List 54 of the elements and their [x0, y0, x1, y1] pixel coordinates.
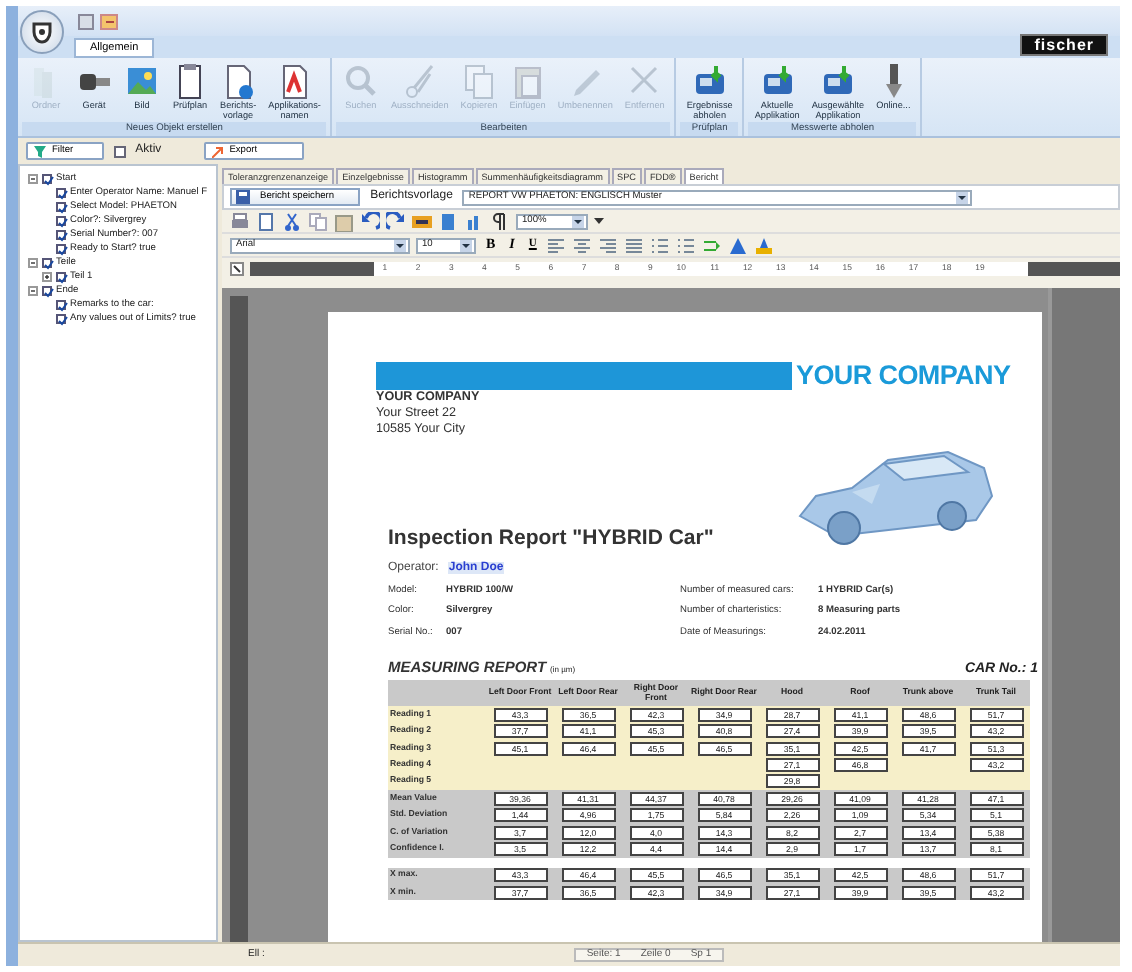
ruler-toggle-icon[interactable]	[230, 262, 244, 276]
list-icon[interactable]	[650, 235, 671, 255]
align-right-icon[interactable]	[598, 235, 619, 255]
probe-icon	[883, 62, 904, 100]
tree-checkbox[interactable]	[56, 300, 66, 310]
expander-icon[interactable]	[28, 174, 38, 184]
download-device-icon	[759, 62, 796, 100]
pilcrow-icon[interactable]	[490, 211, 510, 231]
expander-icon[interactable]	[42, 272, 52, 282]
preview-icon[interactable]	[256, 211, 276, 231]
scissors-icon	[401, 62, 438, 100]
align-center-icon[interactable]	[572, 235, 593, 255]
caret-icon[interactable]	[594, 216, 604, 226]
tree-checkbox[interactable]	[56, 188, 66, 198]
justify-icon[interactable]	[624, 235, 645, 255]
indent-icon[interactable]	[702, 235, 723, 255]
tree-checkbox[interactable]	[56, 244, 66, 254]
dropdown-icon	[394, 240, 406, 252]
tree-checkbox[interactable]	[42, 174, 52, 184]
ruler-margin	[1028, 262, 1120, 276]
tree-checkbox[interactable]	[56, 314, 66, 324]
scissors-icon[interactable]	[282, 211, 302, 231]
expander-icon[interactable]	[28, 286, 38, 296]
chart-icon[interactable]	[464, 211, 484, 231]
floppy-icon	[236, 190, 250, 204]
align-left-icon[interactable]	[546, 235, 567, 255]
print-icon[interactable]	[230, 211, 250, 231]
tree-checkbox[interactable]	[56, 216, 66, 226]
download-device-icon	[691, 62, 728, 100]
tree-checkbox[interactable]	[56, 230, 66, 240]
dropdown-icon	[572, 216, 584, 228]
scrollbar[interactable]	[1048, 288, 1120, 942]
dropdown-icon	[956, 192, 969, 204]
shield-icon	[30, 20, 54, 44]
tree-checkbox[interactable]	[56, 202, 66, 212]
tree-checkbox[interactable]	[42, 258, 52, 268]
logo: fischer	[1020, 33, 1108, 56]
checkbox[interactable]	[113, 145, 126, 157]
dropdown-icon	[460, 240, 472, 252]
tree-checkbox[interactable]	[42, 286, 52, 296]
numbered-list-icon[interactable]	[676, 235, 697, 255]
redo-icon[interactable]	[386, 211, 406, 231]
copy-icon	[460, 62, 497, 100]
download-device-icon	[819, 62, 856, 100]
report-title: Inspection Report "HYBRID Car"	[388, 525, 716, 550]
expander-icon[interactable]	[28, 258, 38, 268]
export-icon	[211, 145, 224, 157]
paste-icon	[509, 62, 546, 100]
highlight-icon[interactable]	[754, 235, 775, 255]
tree-checkbox[interactable]	[56, 272, 66, 282]
company-banner-text: YOUR COMPANY	[796, 361, 1011, 389]
ruler-margin	[250, 262, 374, 276]
search-icon	[342, 62, 379, 100]
funnel-icon	[34, 145, 46, 157]
